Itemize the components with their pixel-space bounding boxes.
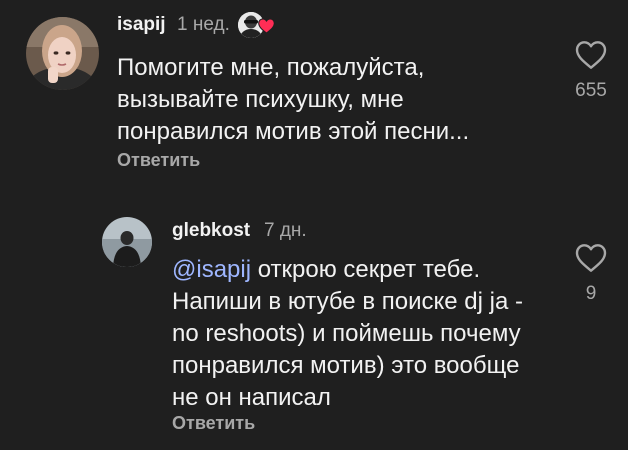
reply-timestamp: 7 дн. [264, 220, 307, 241]
reply-button[interactable]: Ответить [172, 413, 255, 434]
reply-text-line: Напиши в ютубе в поиске dj ja - [172, 288, 523, 315]
comments-screen: isapij 1 нед. Помогите мне, пожалуйста, … [0, 0, 628, 450]
like-count: 9 [585, 283, 597, 304]
comment-text: Помогите мне, пожалуйста, вызывайте псих… [117, 52, 469, 148]
comment-text-line: Помогите мне, пожалуйста, [117, 54, 425, 81]
like-count: 655 [575, 80, 607, 101]
heart-outline-icon[interactable] [575, 40, 607, 70]
reply-text: @isapij открою секрет тебе. Напиши в юту… [172, 254, 523, 414]
reply-text-line: no reshoots) и поймешь почему [172, 320, 521, 347]
reply-button[interactable]: Ответить [117, 150, 200, 171]
profile-photo [26, 17, 99, 90]
comment-text-line: понравился мотив этой песни... [117, 118, 470, 145]
red-heart-icon [258, 18, 275, 34]
reply-username[interactable]: glebkost [172, 220, 250, 242]
reply-text-line: @isapij открою секрет тебе. [172, 254, 523, 286]
avatar[interactable] [102, 217, 152, 267]
reply-text-line: не он написал [172, 384, 331, 411]
comment-text-line: вызывайте психушку, мне [117, 86, 404, 113]
comment-username[interactable]: isapij [117, 14, 166, 36]
reply-text-first-line: открою секрет тебе. [251, 256, 481, 283]
heart-outline-icon[interactable] [575, 243, 607, 273]
mention-link[interactable]: @isapij [172, 256, 251, 283]
profile-photo [102, 217, 152, 267]
reply-text-line: понравился мотив) это вообще [172, 352, 520, 379]
comment-timestamp: 1 нед. [177, 14, 230, 35]
avatar[interactable] [26, 17, 99, 90]
liked-by-author-badge [238, 12, 276, 40]
